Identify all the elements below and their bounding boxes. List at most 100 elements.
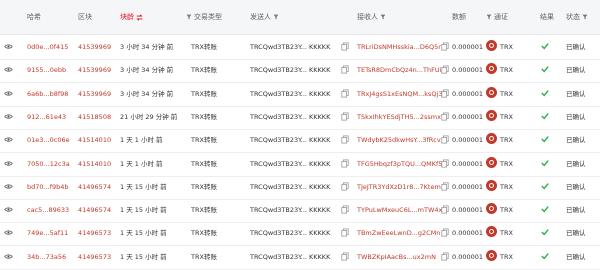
- token-link[interactable]: TRX: [500, 35, 513, 59]
- copy-icon[interactable]: [341, 182, 349, 191]
- header-from[interactable]: 发送人: [250, 0, 279, 34]
- table-row[interactable]: 7050...12c3a 41514010 1 天 1 小时 前 TRX转账 T…: [0, 152, 600, 177]
- from-link[interactable]: TRCQwd3TB23Y... KKKKK: [250, 198, 330, 222]
- table-row[interactable]: 01e3...0c06e 41514010 1 天 1 小时 前 TRX转账 T…: [0, 128, 600, 154]
- header-status[interactable]: 状态: [566, 0, 588, 34]
- to-link[interactable]: TETsR8DmCbQz4n...ThFUi: [357, 58, 441, 82]
- copy-icon[interactable]: [341, 42, 349, 51]
- table-row[interactable]: bd70...f9b4b 41496574 1 天 15 小时 前 TRX转账 …: [0, 175, 600, 200]
- header-type[interactable]: 交易类型: [186, 0, 222, 34]
- copy-icon[interactable]: [441, 205, 449, 214]
- eye-icon[interactable]: [4, 43, 13, 50]
- from-link[interactable]: TRCQwd3TB23Y... KKKKK: [250, 152, 330, 176]
- hash-link[interactable]: 34b...73a56: [27, 245, 66, 269]
- copy-icon[interactable]: [341, 159, 349, 168]
- from-link[interactable]: TRCQwd3TB23Y... KKKKK: [250, 221, 330, 245]
- copy-icon[interactable]: [341, 205, 349, 214]
- from-link[interactable]: TRCQwd3TB23Y... KKKKK: [250, 35, 330, 59]
- filter-icon[interactable]: [273, 14, 279, 20]
- copy-icon[interactable]: [441, 252, 449, 261]
- hash-link[interactable]: 0d0e...0f415: [27, 35, 68, 59]
- table-row[interactable]: 34b...73a56 41496573 1 天 15 小时 前 TRX转账 T…: [0, 245, 600, 270]
- eye-icon[interactable]: [4, 136, 13, 143]
- filter-icon[interactable]: [486, 14, 492, 20]
- hash-link[interactable]: 6a6b...b8f98: [27, 82, 68, 106]
- to-link[interactable]: TBmZwEeeLwnD...g2CMn: [357, 221, 440, 245]
- token-link[interactable]: TRX: [500, 128, 513, 152]
- block-link[interactable]: 41539969: [78, 58, 111, 82]
- token-link[interactable]: TRX: [500, 245, 513, 269]
- to-link[interactable]: TYPuLwMxeuC6L...mTW4x: [357, 198, 442, 222]
- hash-link[interactable]: 7050...12c3a: [27, 152, 70, 176]
- table-row[interactable]: 749e...5af11 41496573 1 天 15 小时 前 TRX转账 …: [0, 221, 600, 247]
- to-link[interactable]: TJeJTR3YdXzD1r8...7Ktem: [357, 175, 441, 199]
- table-row[interactable]: 6a6b...b8f98 41539969 3 小时 34 分钟 前 TRX转账…: [0, 82, 600, 107]
- filter-icon[interactable]: [186, 14, 192, 20]
- to-link[interactable]: TWBZKpIAacBs...ux2mN: [357, 245, 436, 269]
- token-link[interactable]: TRX: [500, 175, 513, 199]
- token-link[interactable]: TRX: [500, 58, 513, 82]
- copy-icon[interactable]: [441, 159, 449, 168]
- swap-icon[interactable]: [136, 13, 143, 21]
- copy-icon[interactable]: [341, 135, 349, 144]
- from-link[interactable]: TRCQwd3TB23Y... KKKKK: [250, 128, 330, 152]
- to-link[interactable]: TFG5Hbqzf3pTQU...QMKf5: [357, 152, 442, 176]
- block-link[interactable]: 41496573: [78, 245, 111, 269]
- eye-icon[interactable]: [4, 90, 13, 97]
- table-row[interactable]: cac5...89633 41496574 1 天 15 小时 前 TRX转账 …: [0, 198, 600, 224]
- to-link[interactable]: TWdybK25dkwHsY...3fRcv: [357, 128, 441, 152]
- token-link[interactable]: TRX: [500, 82, 513, 106]
- block-link[interactable]: 41539969: [78, 82, 111, 106]
- copy-icon[interactable]: [441, 42, 449, 51]
- from-link[interactable]: TRCQwd3TB23Y... KKKKK: [250, 105, 330, 129]
- eye-icon[interactable]: [4, 183, 13, 190]
- block-link[interactable]: 41518508: [78, 105, 111, 129]
- copy-icon[interactable]: [441, 65, 449, 74]
- hash-link[interactable]: 749e...5af11: [27, 221, 68, 245]
- eye-icon[interactable]: [4, 113, 13, 120]
- block-link[interactable]: 41496574: [78, 175, 111, 199]
- copy-icon[interactable]: [341, 252, 349, 261]
- to-link[interactable]: TRxJ4gsS1xEsNQM...ksQj3: [357, 82, 443, 106]
- hash-link[interactable]: 912...61e43: [27, 105, 66, 129]
- hash-link[interactable]: 9155...0ebb: [27, 58, 66, 82]
- block-link[interactable]: 41514010: [78, 152, 111, 176]
- copy-icon[interactable]: [341, 89, 349, 98]
- block-link[interactable]: 41539969: [78, 35, 111, 59]
- copy-icon[interactable]: [441, 112, 449, 121]
- filter-icon[interactable]: [380, 14, 386, 20]
- copy-icon[interactable]: [441, 89, 449, 98]
- header-age[interactable]: 块龄: [120, 0, 143, 34]
- hash-link[interactable]: cac5...89633: [27, 198, 69, 222]
- block-link[interactable]: 41496573: [78, 221, 111, 245]
- eye-icon[interactable]: [4, 160, 13, 167]
- token-link[interactable]: TRX: [500, 152, 513, 176]
- eye-icon[interactable]: [4, 206, 13, 213]
- table-row[interactable]: 9155...0ebb 41539969 3 小时 34 分钟 前 TRX转账 …: [0, 58, 600, 84]
- header-to[interactable]: 接收人: [357, 0, 386, 34]
- copy-icon[interactable]: [341, 65, 349, 74]
- copy-icon[interactable]: [341, 112, 349, 121]
- to-link[interactable]: TSkxIhkYESdjTH5...2ssmx: [357, 105, 441, 129]
- table-row[interactable]: 0d0e...0f415 41539969 3 小时 34 分钟 前 TRX转账…: [0, 35, 600, 60]
- eye-icon[interactable]: [4, 253, 13, 260]
- from-link[interactable]: TRCQwd3TB23Y... KKKKK: [250, 58, 330, 82]
- token-link[interactable]: TRX: [500, 105, 513, 129]
- to-link[interactable]: TRLriDsNMHsskia...D6Q5r: [357, 35, 441, 59]
- hash-link[interactable]: bd70...f9b4b: [27, 175, 69, 199]
- copy-icon[interactable]: [441, 228, 449, 237]
- eye-icon[interactable]: [4, 229, 13, 236]
- eye-icon[interactable]: [4, 66, 13, 73]
- token-link[interactable]: TRX: [500, 198, 513, 222]
- filter-icon[interactable]: [582, 14, 588, 20]
- header-token[interactable]: 通证: [486, 0, 508, 34]
- copy-icon[interactable]: [441, 135, 449, 144]
- from-link[interactable]: TRCQwd3TB23Y... KKKKK: [250, 175, 330, 199]
- copy-icon[interactable]: [341, 228, 349, 237]
- hash-link[interactable]: 01e3...0c06e: [27, 128, 70, 152]
- table-row[interactable]: 912...61e43 41518508 21 小时 29 分钟 前 TRX转账…: [0, 105, 600, 130]
- from-link[interactable]: TRCQwd3TB23Y... KKKKK: [250, 82, 330, 106]
- block-link[interactable]: 41514010: [78, 128, 111, 152]
- from-link[interactable]: TRCQwd3TB23Y... KKKKK: [250, 245, 330, 269]
- block-link[interactable]: 41496574: [78, 198, 111, 222]
